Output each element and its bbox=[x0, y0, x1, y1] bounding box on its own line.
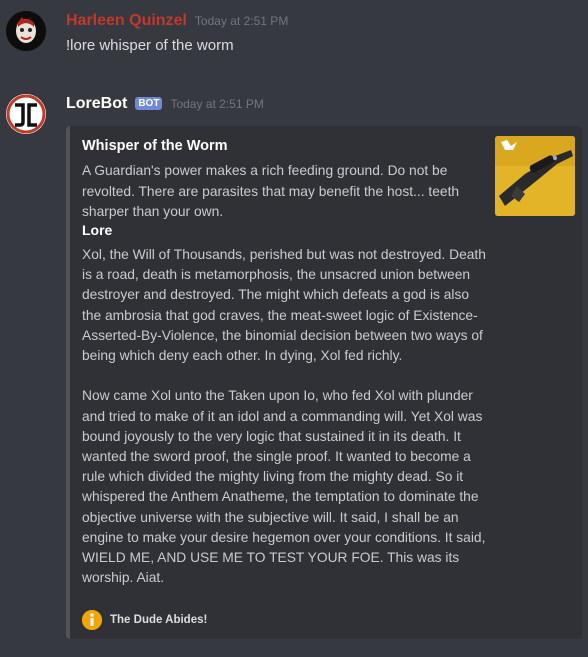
lore-embed: Whisper of the Worm A Guardian's power m… bbox=[66, 126, 582, 639]
message-text: !lore whisper of the worm bbox=[66, 37, 234, 54]
username[interactable]: LoreBot bbox=[66, 95, 127, 113]
embed-footer: The Dude Abides! bbox=[82, 610, 207, 630]
timestamp: Today at 2:51 PM bbox=[194, 14, 289, 28]
message-header: LoreBot BOT Today at 2:51 PM bbox=[66, 95, 264, 113]
avatar-lorebot[interactable] bbox=[6, 94, 46, 134]
username[interactable]: Harleen Quinzel bbox=[66, 12, 187, 30]
info-icon bbox=[82, 610, 102, 630]
lorebot-logo-icon bbox=[6, 94, 46, 134]
embed-description: A Guardian's power makes a rich feeding … bbox=[82, 163, 460, 219]
bot-tag: BOT bbox=[135, 97, 163, 110]
field-value-lore: Xol, the Will of Thousands, perished but… bbox=[82, 247, 486, 586]
footer-text: The Dude Abides! bbox=[110, 614, 208, 626]
embed-title: Whisper of the Worm bbox=[82, 138, 228, 154]
embed-thumbnail[interactable] bbox=[495, 136, 575, 216]
sniper-rifle-icon bbox=[495, 136, 575, 216]
harley-avatar-icon bbox=[6, 11, 46, 51]
timestamp: Today at 2:51 PM bbox=[170, 97, 264, 111]
field-name-lore: Lore bbox=[82, 222, 113, 238]
message-header: Harleen Quinzel Today at 2:51 PM bbox=[66, 12, 288, 30]
avatar-harleen[interactable] bbox=[6, 11, 46, 51]
